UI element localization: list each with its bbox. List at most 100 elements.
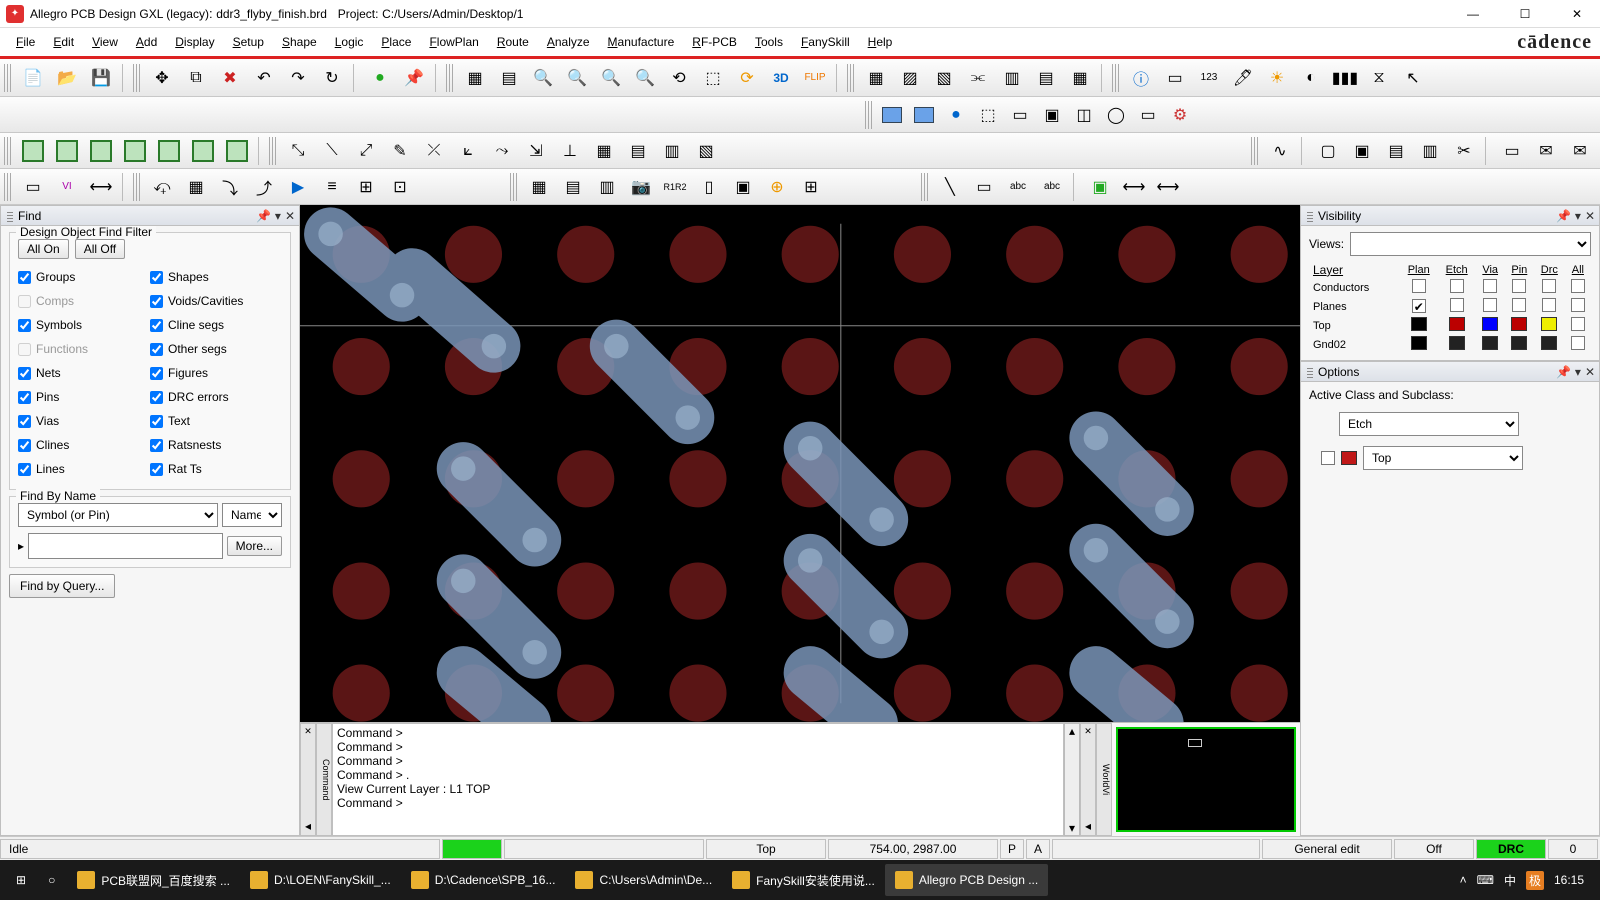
tool-f-icon[interactable]: ▤ — [1030, 63, 1062, 93]
filter-nets[interactable]: Nets — [18, 361, 150, 385]
grip[interactable] — [1112, 64, 1119, 92]
expand-icon[interactable]: ▸ — [18, 539, 24, 553]
close-icon[interactable]: ✕ — [1585, 365, 1595, 379]
start-button[interactable]: ⊞ — [6, 864, 36, 896]
grip[interactable] — [1251, 137, 1258, 165]
menu-file[interactable]: File — [8, 32, 43, 52]
filter-vias[interactable]: Vias — [18, 409, 150, 433]
options-title[interactable]: Options 📌▾✕ — [1301, 362, 1599, 382]
taskbar-item[interactable]: PCB联盟网_百度搜索 ... — [67, 864, 240, 896]
views-combo[interactable] — [1350, 232, 1591, 256]
g1-icon[interactable] — [17, 136, 49, 166]
t4y-icon[interactable]: ▣ — [1084, 172, 1116, 202]
layer-swatch[interactable] — [1511, 317, 1527, 331]
taskbar-item[interactable]: C:\Users\Admin\De... — [565, 864, 722, 896]
filter-ratsnests[interactable]: Ratsnests — [150, 433, 282, 457]
menu-add[interactable]: Add — [128, 32, 165, 52]
t4f-icon[interactable]: ⤵ — [214, 172, 246, 202]
t4e-icon[interactable]: ▦ — [180, 172, 212, 202]
grip[interactable] — [865, 101, 872, 129]
filter-checkbox[interactable] — [18, 439, 31, 452]
t4i-icon[interactable]: ≡ — [316, 172, 348, 202]
t4c-icon[interactable]: ⟷ — [85, 172, 117, 202]
filter-clines[interactable]: Clines — [18, 433, 150, 457]
grid-icon[interactable]: ▦ — [459, 63, 491, 93]
worldview-viewport[interactable] — [1188, 739, 1202, 747]
menu-rf-pcb[interactable]: RF-PCB — [684, 32, 745, 52]
grip[interactable] — [133, 173, 140, 201]
layer-swatch[interactable] — [1411, 336, 1427, 350]
grip[interactable] — [847, 64, 854, 92]
tool-g-icon[interactable]: ▦ — [1064, 63, 1096, 93]
tool-b-icon[interactable]: ▨ — [894, 63, 926, 93]
status-drc[interactable]: DRC — [1476, 839, 1546, 859]
layer-swatch[interactable] — [1449, 336, 1465, 350]
dropdown-icon[interactable]: ▾ — [1575, 209, 1581, 223]
tool-c-icon[interactable]: ▧ — [928, 63, 960, 93]
filter-checkbox[interactable] — [18, 463, 31, 476]
route8-icon[interactable]: ⇲ — [520, 136, 552, 166]
zoom-in-icon[interactable]: 🔍 — [561, 63, 593, 93]
marker-icon[interactable]: ● — [364, 63, 396, 93]
shape-d-icon[interactable]: ▣ — [1036, 100, 1068, 130]
filter-lines[interactable]: Lines — [18, 457, 150, 481]
layer-swatch[interactable] — [1449, 317, 1465, 331]
filter-text[interactable]: Text — [150, 409, 282, 433]
filter-figures[interactable]: Figures — [150, 361, 282, 385]
route13-icon[interactable]: ▧ — [690, 136, 722, 166]
mail2-icon[interactable]: ✉ — [1530, 136, 1562, 166]
vis-check[interactable] — [1571, 317, 1585, 331]
timer-icon[interactable]: ⧖ — [1363, 63, 1395, 93]
subclass-combo[interactable]: Top — [1363, 446, 1523, 470]
new-icon[interactable]: 📄 — [17, 63, 49, 93]
maximize-button[interactable]: ☐ — [1508, 7, 1542, 21]
cortana-button[interactable]: ○ — [38, 864, 65, 896]
close-icon[interactable]: ✕ — [285, 209, 295, 223]
t4aa-icon[interactable]: ⟷ — [1152, 172, 1184, 202]
highlight-icon[interactable]: 🖊 — [1227, 63, 1259, 93]
vis-check[interactable] — [1542, 279, 1556, 293]
route12-icon[interactable]: ▥ — [656, 136, 688, 166]
vis-check[interactable]: ✔ — [1412, 299, 1426, 313]
box3-icon[interactable]: ▤ — [1380, 136, 1412, 166]
grip[interactable] — [446, 64, 453, 92]
bars-icon[interactable]: ▮▮▮ — [1329, 63, 1361, 93]
pin-icon[interactable]: 📌 — [1556, 365, 1571, 379]
filter-checkbox[interactable] — [150, 439, 163, 452]
box4-icon[interactable]: ▥ — [1414, 136, 1446, 166]
t4x-icon[interactable]: abc — [1036, 172, 1068, 202]
filter-checkbox[interactable] — [18, 271, 31, 284]
move-icon[interactable]: ✥ — [146, 63, 178, 93]
scroll-down-icon[interactable]: ▾ — [1065, 821, 1079, 835]
filter-checkbox[interactable] — [18, 391, 31, 404]
route11-icon[interactable]: ▤ — [622, 136, 654, 166]
t4s-icon[interactable]: ⊕ — [761, 172, 793, 202]
tray-keyboard-icon[interactable]: ⌨ — [1477, 873, 1494, 887]
circle-icon[interactable]: ● — [940, 100, 972, 130]
filter-groups[interactable]: Groups — [18, 265, 150, 289]
shade-icon[interactable]: ◐ — [1295, 63, 1327, 93]
tray-ime[interactable]: 中 — [1504, 872, 1516, 889]
cmd-close[interactable]: ✕◂ — [300, 723, 316, 836]
t4p-icon[interactable]: R1R2 — [659, 172, 691, 202]
box1-icon[interactable]: ▢ — [1312, 136, 1344, 166]
vis-check[interactable] — [1542, 298, 1556, 312]
rotate-icon[interactable]: ⟳ — [731, 63, 763, 93]
flip-icon[interactable]: FLIP — [799, 63, 831, 93]
filter-rat-ts[interactable]: Rat Ts — [150, 457, 282, 481]
menu-analyze[interactable]: Analyze — [539, 32, 598, 52]
g6-icon[interactable] — [187, 136, 219, 166]
select-icon[interactable]: ⬚ — [697, 63, 729, 93]
t4l-icon[interactable]: ▦ — [523, 172, 555, 202]
shape-f-icon[interactable]: ◯ — [1100, 100, 1132, 130]
layer-swatch[interactable] — [1541, 317, 1557, 331]
pin-icon[interactable]: 📌 — [256, 209, 271, 223]
zoom-prev-icon[interactable]: 🔍 — [629, 63, 661, 93]
filter-checkbox[interactable] — [150, 319, 163, 332]
sun-icon[interactable]: ☀ — [1261, 63, 1293, 93]
g4-icon[interactable] — [119, 136, 151, 166]
pin-icon[interactable]: 📌 — [398, 63, 430, 93]
cursor-icon[interactable]: ↖ — [1397, 63, 1429, 93]
filter-checkbox[interactable] — [150, 367, 163, 380]
find-name-input[interactable] — [28, 533, 223, 559]
